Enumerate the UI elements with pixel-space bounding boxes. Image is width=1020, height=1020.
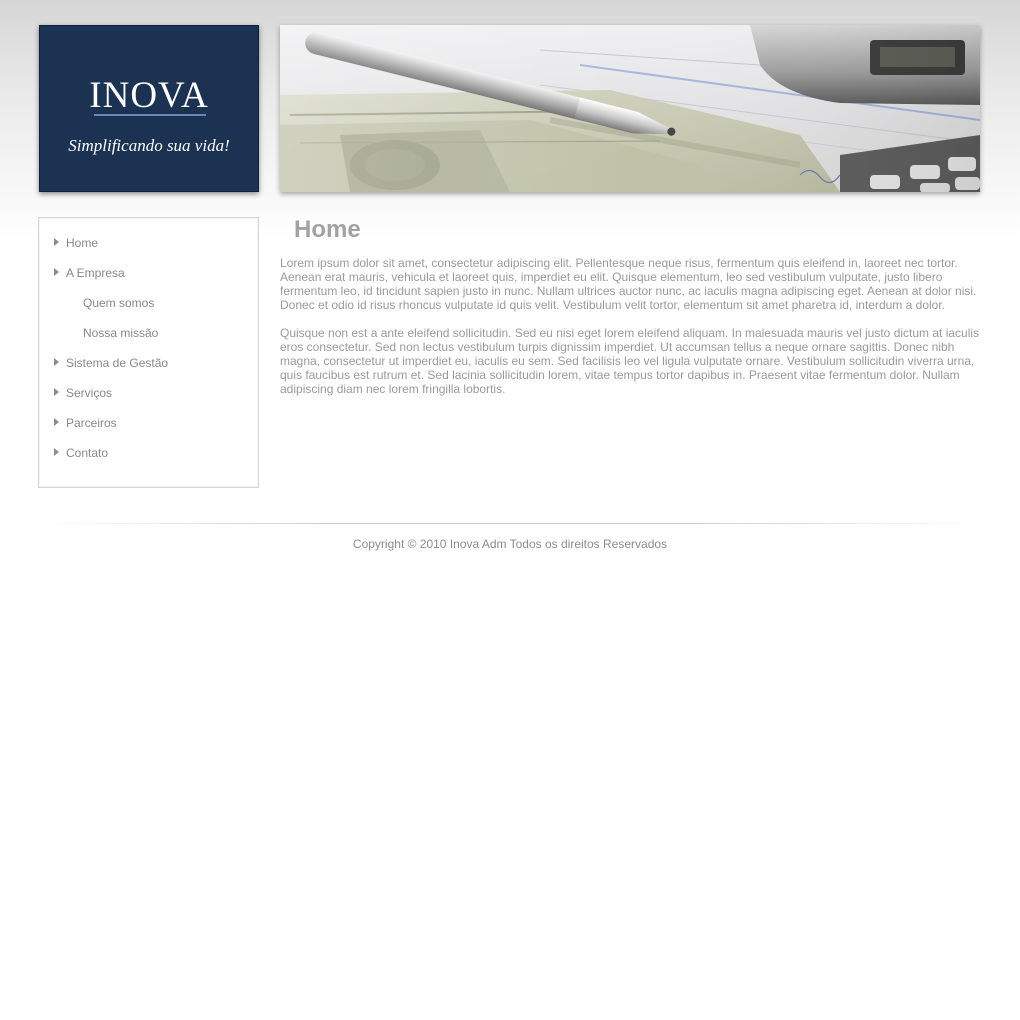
triangle-right-icon [54, 418, 59, 426]
header-banner-image [280, 25, 980, 192]
triangle-right-icon [54, 268, 59, 276]
footer-copyright: Copyright © 2010 Inova Adm Todos os dire… [352, 537, 668, 551]
logo[interactable]: INOVA Simplificando sua vida! [39, 25, 259, 192]
content-paragraph: Lorem ipsum dolor sit amet, consectetur … [280, 256, 977, 312]
sidebar-item-home[interactable]: Home [39, 233, 258, 253]
sidebar-item-label: Serviços [66, 386, 113, 400]
sidebar-subitem-quem-somos[interactable]: Quem somos [39, 293, 258, 313]
sidebar-item-label: Home [66, 236, 99, 250]
sidebar-nav: Home A Empresa Quem somos Nossa missão S… [38, 217, 259, 488]
logo-slogan: Simplificando sua vida! [68, 136, 230, 155]
sidebar-item-a-empresa[interactable]: A Empresa [39, 263, 258, 283]
sidebar-item-label: Sistema de Gestão [66, 356, 169, 370]
triangle-right-icon [54, 388, 59, 396]
sidebar-item-contato[interactable]: Contato [39, 443, 258, 463]
sidebar-item-label: Contato [66, 446, 109, 460]
triangle-right-icon [54, 448, 59, 456]
triangle-right-icon [54, 238, 59, 246]
sidebar-item-label: Parceiros [66, 416, 117, 430]
sidebar-subitem-nossa-missao[interactable]: Nossa missão [39, 323, 258, 343]
logo-title: INOVA [89, 75, 209, 116]
triangle-right-icon [54, 358, 59, 366]
sidebar-item-label: A Empresa [66, 266, 125, 280]
sidebar-item-servicos[interactable]: Serviços [39, 383, 258, 403]
footer-divider [40, 523, 980, 524]
sidebar-item-sistema-de-gestao[interactable]: Sistema de Gestão [39, 353, 258, 373]
sidebar-item-label: Quem somos [83, 296, 155, 310]
sidebar-item-parceiros[interactable]: Parceiros [39, 413, 258, 433]
page-title: Home [294, 216, 361, 243]
content-paragraph: Quisque non est a ante eleifend sollicit… [280, 326, 980, 396]
sidebar-item-label: Nossa missão [83, 326, 159, 340]
logo-underline [94, 114, 206, 116]
